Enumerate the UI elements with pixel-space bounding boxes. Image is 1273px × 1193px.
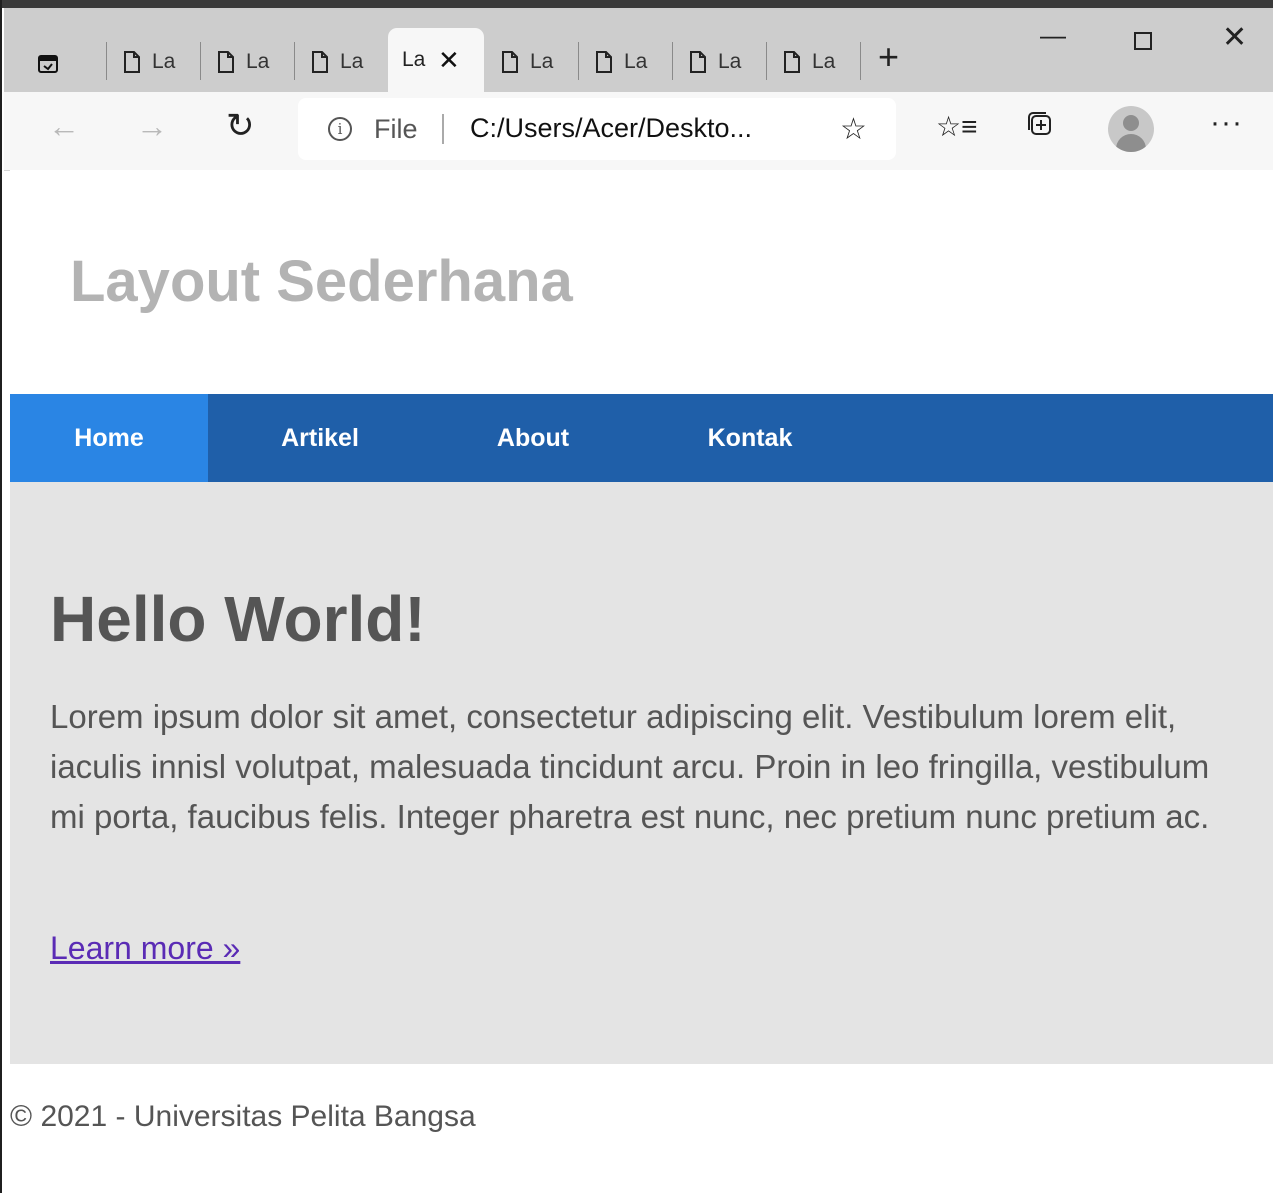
tab-7[interactable]: La (688, 42, 741, 82)
tab-3[interactable]: La (310, 42, 363, 82)
page-icon (688, 50, 708, 74)
learn-more-link[interactable]: Learn more » (50, 930, 240, 967)
nav-home[interactable]: Home (10, 394, 208, 482)
nav-artikel[interactable]: Artikel (208, 394, 432, 482)
page-icon (216, 50, 236, 74)
forward-icon[interactable]: → (136, 108, 168, 145)
tab-separator (294, 42, 295, 80)
tab-title: La (812, 50, 836, 73)
tab-title: La (624, 50, 648, 73)
tab-6[interactable]: La (594, 42, 647, 82)
page-icon (782, 50, 802, 74)
footer-text: © 2021 - Universitas Pelita Bangsa (10, 1100, 476, 1133)
tab-title: La (152, 50, 176, 73)
collections-icon[interactable] (1026, 110, 1054, 145)
hero-paragraph: Lorem ipsum dolor sit amet, consectetur … (50, 698, 1210, 835)
maximize-icon[interactable] (1134, 32, 1152, 50)
close-icon[interactable]: ✕ (1222, 20, 1247, 55)
nav-kontak[interactable]: Kontak (634, 394, 866, 482)
address-bar[interactable]: i File C:/Users/Acer/Deskto... ☆ (298, 98, 896, 160)
tab-strip: La La La La ✕ La La La La + — ✕ (4, 8, 1273, 100)
tab-title: La (402, 48, 426, 71)
profile-icon[interactable] (1108, 106, 1154, 152)
tab-close-icon[interactable]: ✕ (438, 45, 460, 76)
tab-separator (672, 42, 673, 80)
more-icon[interactable]: ··· (1210, 106, 1243, 140)
tab-5[interactable]: La (500, 42, 553, 82)
profile-head (1123, 115, 1139, 131)
tab-title: La (530, 50, 554, 73)
plus-icon[interactable]: + (878, 36, 899, 78)
url-text[interactable]: C:/Users/Acer/Deskto... (470, 113, 752, 144)
tab-title: La (718, 50, 742, 73)
tab-separator (106, 42, 107, 80)
page-icon (500, 50, 520, 74)
page-icon (310, 50, 330, 74)
hero-heading: Hello World! (50, 583, 426, 655)
minimize-icon[interactable]: — (1040, 20, 1066, 51)
tab-title: La (340, 50, 364, 73)
tab-actions-button[interactable] (34, 50, 62, 78)
site-title: Layout Sederhana (70, 249, 573, 314)
main-nav: Home Artikel About Kontak (10, 394, 1273, 482)
favorites-icon[interactable]: ☆≡ (936, 110, 977, 143)
tab-separator (860, 42, 861, 80)
profile-body (1116, 134, 1146, 152)
tab-separator (578, 42, 579, 80)
tab-active[interactable]: La ✕ (388, 28, 484, 100)
back-icon[interactable]: ← (48, 108, 80, 145)
tab-2[interactable]: La (216, 42, 269, 82)
web-page: Layout Sederhana Home Artikel About Kont… (10, 170, 1273, 1193)
tab-1[interactable]: La (122, 42, 175, 82)
tab-separator (766, 42, 767, 80)
address-divider (442, 114, 444, 144)
hero-section: Hello World! Lorem ipsum dolor sit amet,… (10, 482, 1273, 1064)
tab-actions-icon (38, 55, 58, 73)
url-scheme: File (374, 114, 418, 144)
tab-separator (200, 42, 201, 80)
nav-about[interactable]: About (432, 394, 634, 482)
add-favorite-icon[interactable]: ☆ (840, 112, 867, 147)
window-top-edge (2, 0, 1273, 8)
info-icon[interactable]: i (328, 117, 352, 141)
browser-window: La La La La ✕ La La La La + — ✕ ← → ↻ i … (0, 0, 1273, 1193)
tab-8[interactable]: La (782, 42, 835, 82)
address-toolbar: ← → ↻ i File C:/Users/Acer/Deskto... ☆ ☆… (4, 92, 1273, 171)
page-icon (594, 50, 614, 74)
reload-icon[interactable]: ↻ (226, 106, 255, 146)
tab-title: La (246, 50, 270, 73)
page-icon (122, 50, 142, 74)
